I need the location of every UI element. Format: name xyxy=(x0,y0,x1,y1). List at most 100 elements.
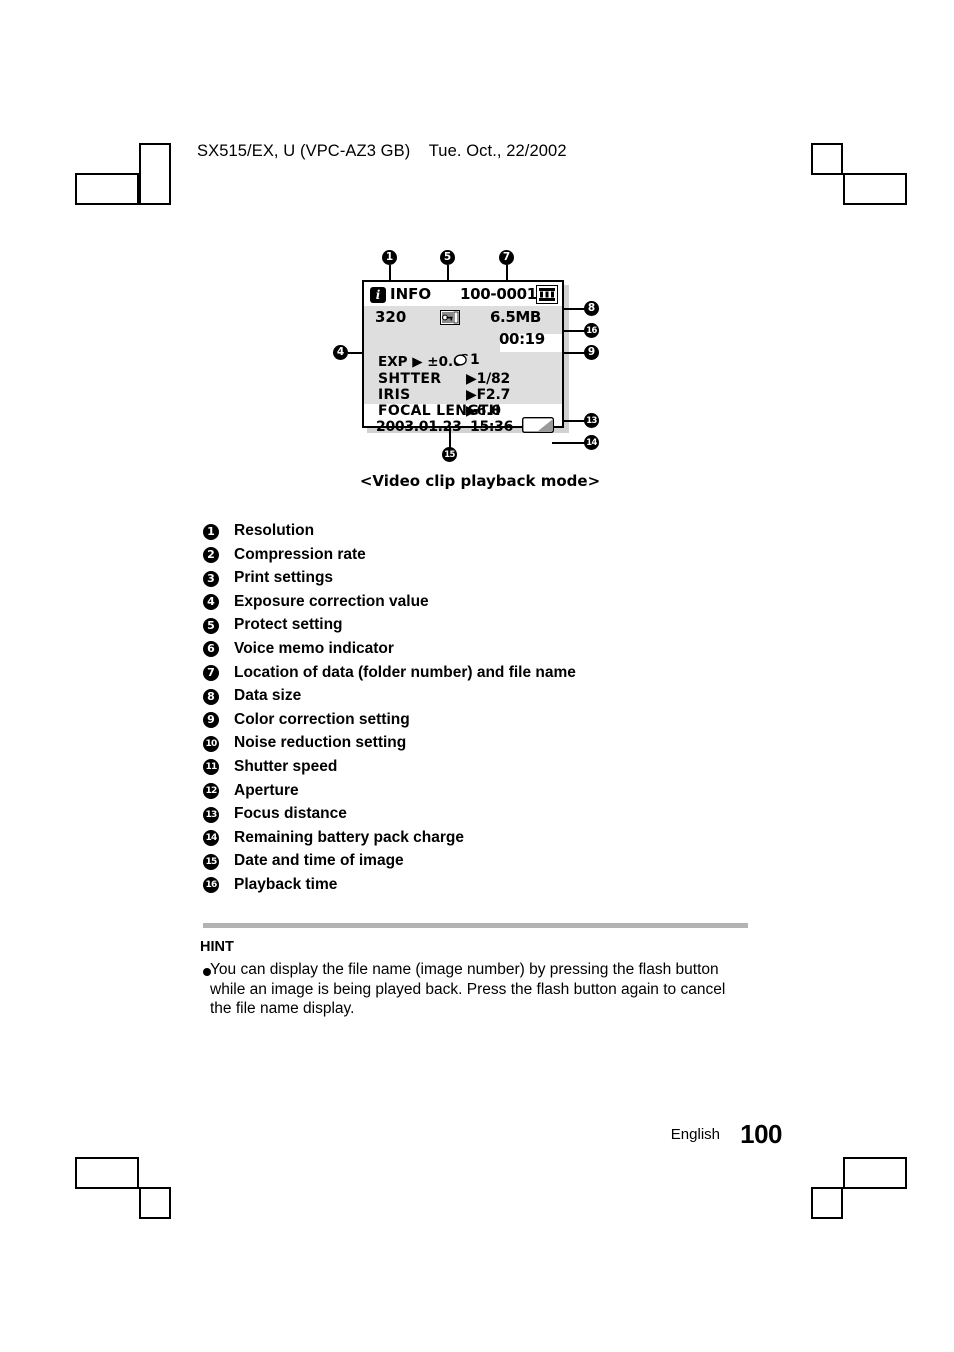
crop-mark-bar xyxy=(75,1157,139,1189)
lcd-color-correction-value: 1 xyxy=(470,352,480,368)
legend-number: 5 xyxy=(203,617,219,634)
legend-number: 11 xyxy=(203,759,219,776)
protect-key-icon xyxy=(440,310,460,325)
crop-mark-bar xyxy=(811,143,843,175)
lcd-time: 15:36 xyxy=(470,419,514,435)
hint-title: HINT xyxy=(200,939,234,955)
callout-15: 15 xyxy=(442,447,457,462)
callout-7: 7 xyxy=(499,250,514,265)
legend-label: Noise reduction setting xyxy=(234,734,407,752)
callout-8: 8 xyxy=(584,301,599,316)
legend-label: Aperture xyxy=(234,781,299,799)
legend-number: 9 xyxy=(203,712,219,729)
legend-number: 13 xyxy=(203,806,219,823)
legend-label: Focus distance xyxy=(234,805,347,823)
lcd-date: 2003.01.23 xyxy=(376,419,462,435)
crop-mark-bottom-left xyxy=(75,1157,171,1219)
legend-number: 10 xyxy=(203,735,219,752)
list-item: 1 Resolution xyxy=(203,519,763,543)
legend-number: 1 xyxy=(203,523,219,540)
lcd-file-location: 100-0001 xyxy=(460,285,537,303)
lcd-exposure: EXP ▶ ±0.0 xyxy=(378,354,463,370)
hint-body: You can display the file name (image num… xyxy=(210,961,726,1018)
list-item: 7 Location of data (folder number) and fi… xyxy=(203,661,763,685)
legend-number: 8 xyxy=(203,688,219,705)
crop-mark-bar xyxy=(843,173,907,205)
list-item: 5 Protect setting xyxy=(203,613,763,637)
callout-9: 9 xyxy=(584,345,599,360)
footer-language: English xyxy=(670,1126,720,1143)
figure-caption: <Video clip playback mode> xyxy=(359,472,601,490)
legend-number: 7 xyxy=(203,665,219,682)
list-item: 12 Aperture xyxy=(203,779,763,803)
legend-number: 16 xyxy=(203,877,219,894)
film-strip-icon xyxy=(536,285,558,304)
legend-label: Color correction setting xyxy=(234,710,410,728)
list-item: 6 Voice memo indicator xyxy=(203,637,763,661)
lcd-screen: i INFO 100-0001 320 6.5MB 00:19 EXP ▶ ±0… xyxy=(362,280,564,435)
list-item: 2 Compression rate xyxy=(203,543,763,567)
section-divider xyxy=(203,923,748,928)
legend-number: 14 xyxy=(203,830,219,847)
lcd-iris-label: IRIS xyxy=(378,387,411,403)
legend-label: Playback time xyxy=(234,875,338,893)
leader-line-14 xyxy=(552,442,585,444)
legend-number: 3 xyxy=(203,570,219,587)
legend-list: 1 Resolution 2 Compression rate 3 Print set… xyxy=(203,519,763,897)
lcd-iris-value: ▶F2.7 xyxy=(466,387,511,403)
legend-label: Location of data (folder number) and fil… xyxy=(234,663,576,681)
crop-mark-bar xyxy=(139,1187,171,1219)
legend-label: Protect setting xyxy=(234,616,343,634)
info-icon: i xyxy=(370,287,386,303)
battery-icon xyxy=(521,416,555,434)
legend-number: 15 xyxy=(203,853,219,870)
crop-mark-bar xyxy=(75,173,139,205)
legend-label: Shutter speed xyxy=(234,757,338,775)
crop-mark-bar xyxy=(843,1157,907,1189)
lcd-resolution: 320 xyxy=(375,308,407,326)
leader-line-7 xyxy=(506,265,508,281)
lcd-playback-time: 00:19 xyxy=(499,330,545,348)
callout-4: 4 xyxy=(333,345,348,360)
callout-14: 14 xyxy=(584,435,599,450)
legend-number: 12 xyxy=(203,783,219,800)
legend-label: Remaining battery pack charge xyxy=(234,828,464,846)
list-item: 13 Focus distance xyxy=(203,802,763,826)
list-item: 9 Color correction setting xyxy=(203,708,763,732)
legend-label: Print settings xyxy=(234,569,334,587)
crop-mark-top-left xyxy=(75,143,171,205)
callout-1: 1 xyxy=(382,250,397,265)
list-item: 15 Date and time of image xyxy=(203,849,763,873)
legend-label: Data size xyxy=(234,687,302,705)
callout-13: 13 xyxy=(584,413,599,428)
legend-label: Compression rate xyxy=(234,545,366,563)
list-item: 14 Remaining battery pack charge xyxy=(203,826,763,850)
lcd-shutter-value: ▶1/82 xyxy=(466,371,511,387)
lcd-data-size: 6.5MB xyxy=(490,308,541,326)
document-header: SX515/EX, U (VPC-AZ3 GB) Tue. Oct., 22/2… xyxy=(197,142,567,160)
crop-mark-bar xyxy=(811,1187,843,1219)
lcd-info-label: INFO xyxy=(390,285,432,303)
list-item: 16 Playback time xyxy=(203,873,763,897)
lcd-focal-value: ▶6.0 xyxy=(466,403,501,419)
legend-label: Voice memo indicator xyxy=(234,639,394,657)
list-item: 3 Print settings xyxy=(203,566,763,590)
legend-number: 6 xyxy=(203,641,219,658)
callout-5: 5 xyxy=(440,250,455,265)
list-item: 10 Noise reduction setting xyxy=(203,731,763,755)
color-correction-icon xyxy=(454,353,469,366)
legend-number: 4 xyxy=(203,594,219,611)
page-number: 100 xyxy=(740,1119,782,1149)
callout-16: 16 xyxy=(584,323,599,338)
legend-label: Resolution xyxy=(234,522,315,539)
legend-label: Exposure correction value xyxy=(234,592,429,610)
crop-mark-bar xyxy=(139,143,171,205)
lcd-band xyxy=(364,334,500,352)
list-item: 4 Exposure correction value xyxy=(203,590,763,614)
list-item: 11 Shutter speed xyxy=(203,755,763,779)
lcd-shutter-label: SHTTER xyxy=(378,371,442,387)
legend-number: 2 xyxy=(203,547,219,564)
lcd-figure: 1 5 7 8 16 9 13 14 4 15 i INFO 100-0001 xyxy=(330,250,630,490)
list-item: 8 Data size xyxy=(203,684,763,708)
crop-mark-bottom-right xyxy=(811,1157,907,1219)
